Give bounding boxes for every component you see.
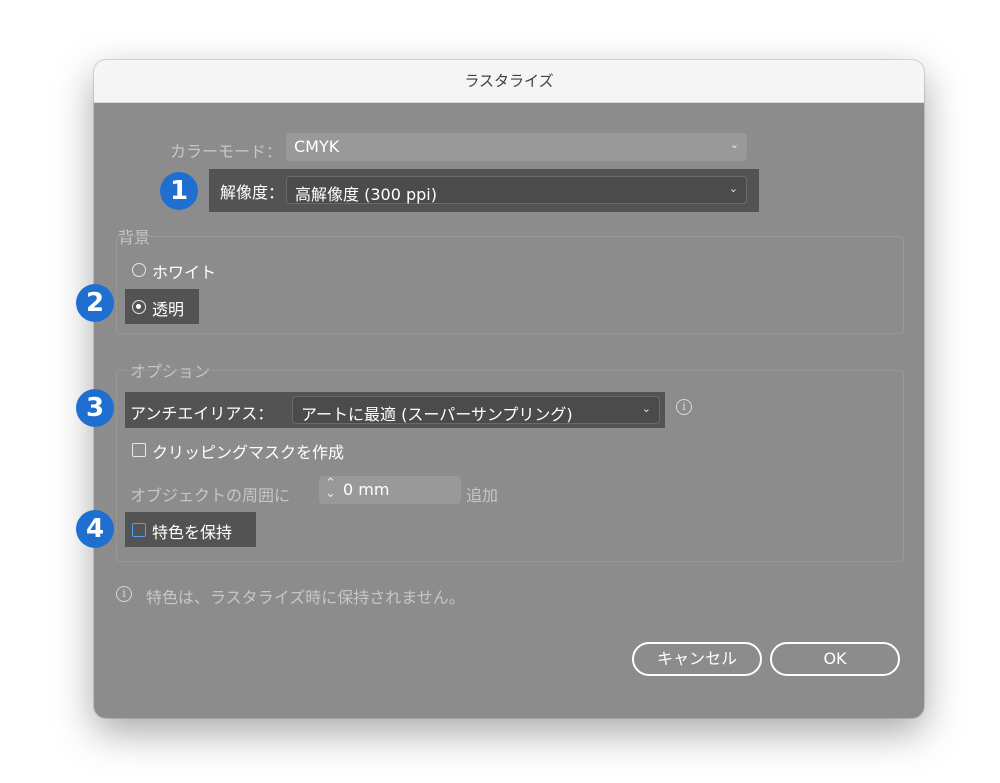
resolution-value: 高解像度 (300 ppi) [295, 185, 437, 204]
background-group [116, 236, 904, 334]
cancel-button[interactable]: キャンセル [632, 642, 762, 676]
resolution-label: 解像度： [220, 183, 285, 202]
rasterize-dialog: ラスタライズ カラーモード： CMYK ⌄ 解像度： 高解像度 (300 ppi… [94, 60, 924, 718]
chevron-down-icon: ⌄ [729, 138, 739, 151]
dialog-title: ラスタライズ [94, 60, 924, 103]
annotation-marker-1: 1 [160, 172, 198, 210]
padding-value: 0 mm [343, 480, 390, 499]
padding-field[interactable]: ⌃ ⌄ 0 mm [319, 476, 461, 504]
white-radio[interactable] [132, 263, 146, 277]
white-radio-label: ホワイト [152, 263, 217, 282]
info-message: 特色は、ラスタライズ時に保持されません。 [146, 588, 465, 607]
stepper-icon[interactable]: ⌃ ⌄ [325, 477, 336, 500]
antialias-label: アンチエイリアス： [130, 404, 274, 423]
annotation-marker-3: 3 [76, 389, 114, 427]
info-icon[interactable]: i [676, 399, 692, 415]
color-mode-label: カラーモード： [170, 142, 283, 161]
clipping-mask-label: クリッピングマスクを作成 [152, 443, 345, 462]
annotation-marker-2: 2 [76, 284, 114, 322]
padding-suffix: 追加 [466, 486, 499, 505]
resolution-select[interactable]: 高解像度 (300 ppi) ⌄ [286, 176, 747, 204]
antialias-select[interactable]: アートに最適 (スーパーサンプリング) ⌄ [292, 396, 660, 424]
ok-button[interactable]: OK [770, 642, 900, 676]
annotation-marker-4: 4 [76, 510, 114, 548]
chevron-down-icon: ⌄ [641, 402, 651, 415]
color-mode-select[interactable]: CMYK ⌄ [286, 133, 747, 161]
padding-label: オブジェクトの周囲に [130, 486, 291, 505]
chevron-down-icon: ⌄ [728, 182, 738, 195]
transparent-radio[interactable] [132, 300, 146, 314]
antialias-value: アートに最適 (スーパーサンプリング) [301, 405, 573, 424]
spot-color-label: 特色を保持 [152, 523, 233, 542]
clipping-mask-checkbox[interactable] [132, 443, 146, 457]
transparent-radio-label: 透明 [152, 300, 185, 319]
color-mode-value: CMYK [294, 137, 340, 156]
spot-color-checkbox[interactable] [132, 523, 146, 537]
info-icon: i [116, 586, 132, 602]
